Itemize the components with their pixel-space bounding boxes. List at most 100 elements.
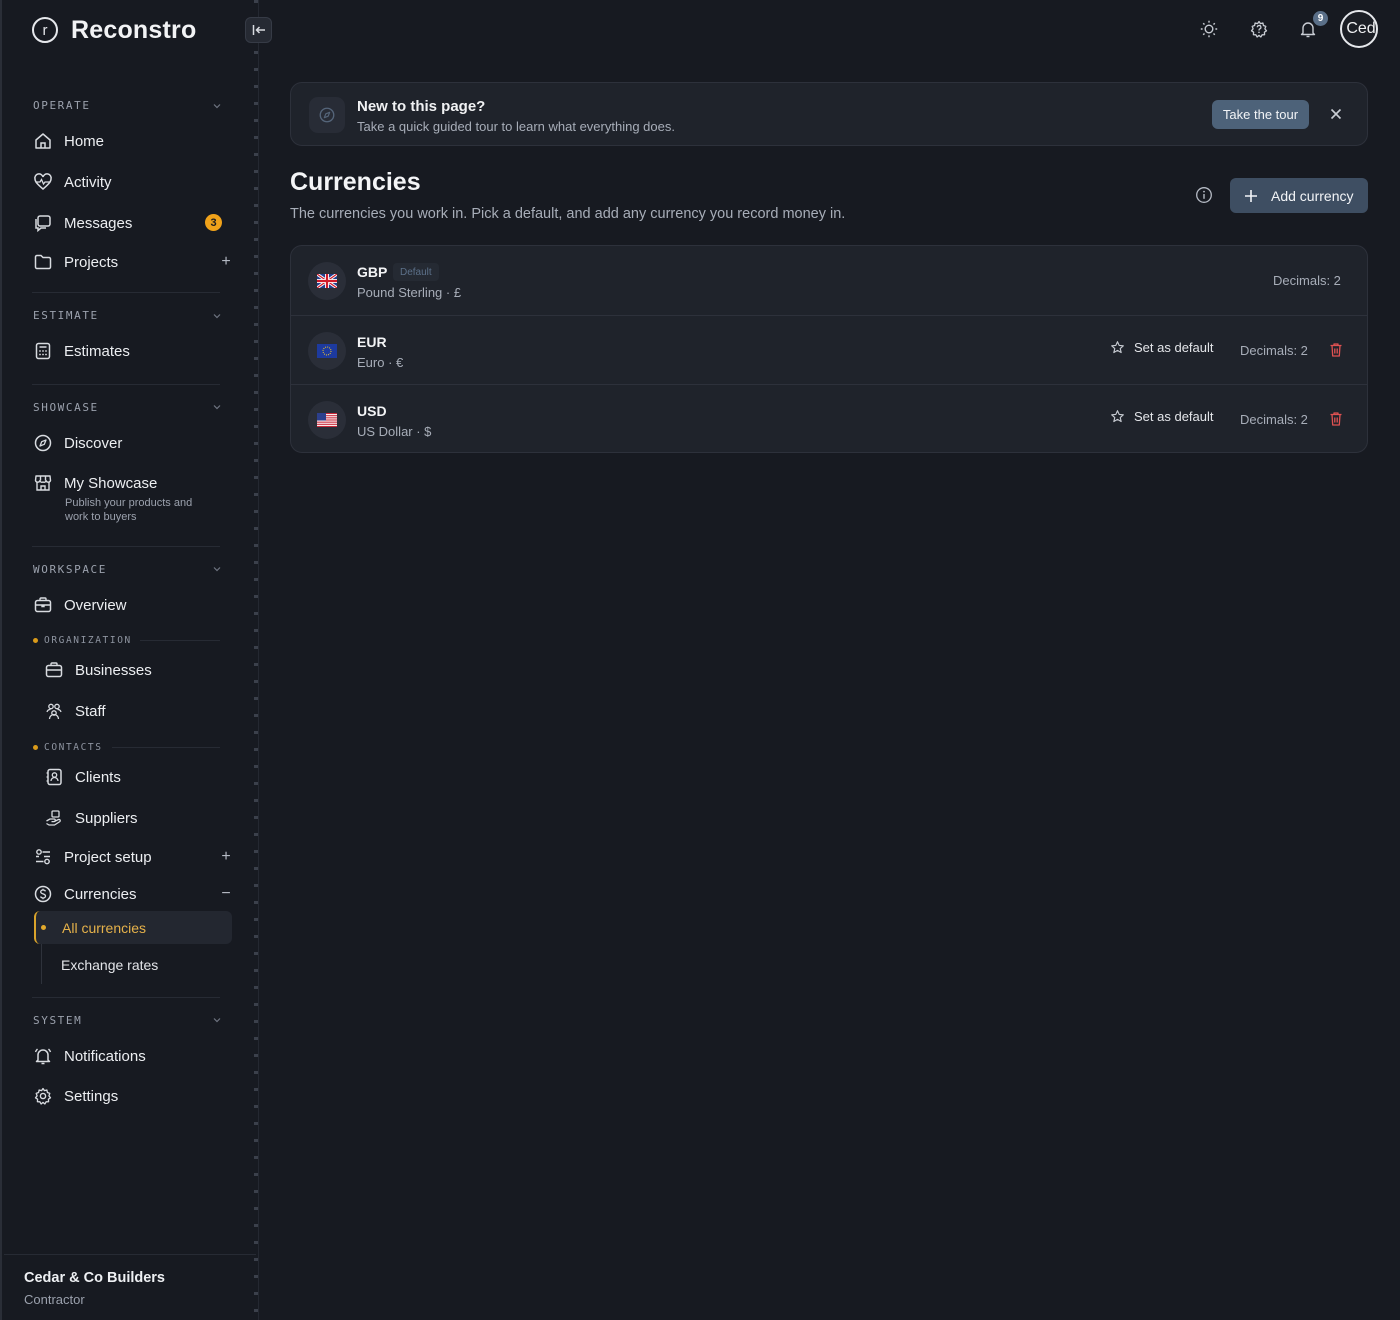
user-avatar[interactable]: Ced	[1340, 10, 1378, 48]
heart-pulse-icon	[34, 173, 52, 190]
sidebar-item-activity[interactable]: Activity	[33, 171, 112, 193]
trash-icon[interactable]	[1329, 411, 1343, 427]
brand[interactable]: r Reconstro	[32, 14, 196, 46]
currency-row-usd[interactable]: USD US Dollar · $ Set as default Decimal…	[291, 384, 1367, 452]
divider	[32, 292, 220, 293]
section-workspace[interactable]: WORKSPACE	[33, 563, 107, 576]
close-icon[interactable]	[1328, 106, 1344, 122]
add-currency-button[interactable]: Add currency	[1230, 178, 1368, 213]
help-icon[interactable]	[1249, 19, 1269, 39]
briefcase-icon	[45, 662, 63, 678]
sidebar-item-settings[interactable]: Settings	[33, 1085, 118, 1107]
contact-card-icon	[46, 768, 62, 786]
currency-row-gbp[interactable]: GBP Default Pound Sterling · £ Decimals:…	[291, 246, 1367, 315]
group-contacts: CONTACTS	[33, 742, 103, 753]
section-estimate[interactable]: ESTIMATE	[33, 309, 99, 322]
set-default-button[interactable]: Set as default	[1110, 340, 1214, 355]
uk-flag-icon	[317, 274, 337, 288]
sidebar-item-projects[interactable]: Projects	[33, 251, 118, 273]
sidebar-item-businesses[interactable]: Businesses	[44, 659, 152, 681]
sidebar-item-label: Discover	[64, 434, 123, 452]
group-dot	[33, 638, 38, 643]
sidebar-item-staff[interactable]: Staff	[44, 700, 106, 722]
info-icon[interactable]	[1195, 186, 1213, 204]
currency-code: GBP	[357, 264, 388, 280]
expand-project-setup-button[interactable]: +	[219, 848, 233, 865]
currency-code: USD	[357, 403, 387, 419]
currency-name: Euro · €	[357, 355, 404, 370]
sidebar-item-label: Businesses	[75, 661, 152, 679]
bell-ring-icon	[34, 1048, 52, 1065]
sun-icon[interactable]	[1199, 19, 1219, 39]
section-showcase[interactable]: SHOWCASE	[33, 401, 99, 414]
collapse-sidebar-button[interactable]	[245, 17, 272, 43]
brand-logo-icon: r	[32, 17, 58, 43]
sidebar-item-home[interactable]: Home	[33, 130, 104, 152]
gear-icon	[34, 1087, 52, 1105]
set-default-label: Set as default	[1134, 409, 1214, 424]
flag-wrap	[308, 401, 346, 439]
group-label: CONTACTS	[44, 742, 103, 753]
add-project-button[interactable]: +	[219, 253, 233, 270]
currency-list: GBP Default Pound Sterling · £ Decimals:…	[290, 245, 1368, 453]
section-system[interactable]: SYSTEM	[33, 1014, 82, 1027]
collapse-currencies-button[interactable]: −	[219, 885, 233, 902]
sidebar-item-overview[interactable]: Overview	[33, 594, 127, 616]
page-title: Currencies	[290, 168, 421, 196]
chevron-down-icon[interactable]	[212, 311, 222, 321]
group-divider	[112, 747, 220, 748]
folder-icon	[34, 254, 52, 270]
chevron-down-icon[interactable]	[212, 1015, 222, 1025]
sidebar-item-label: Currencies	[64, 885, 137, 903]
workspace-switcher[interactable]: Cedar & Co Builders Contractor	[4, 1254, 256, 1320]
sidebar-item-project-setup[interactable]: Project setup	[33, 846, 152, 868]
messages-icon	[35, 215, 51, 233]
sidebar-item-label: Activity	[64, 173, 112, 191]
sidebar-item-label: Clients	[75, 768, 121, 786]
eu-flag-icon	[317, 344, 337, 358]
sidebar-subitem-all-currencies[interactable]: All currencies	[34, 911, 232, 944]
compass-icon	[34, 434, 52, 452]
chevron-down-icon[interactable]	[212, 101, 222, 111]
currency-code: EUR	[357, 334, 387, 350]
sidebar-item-estimates[interactable]: Estimates	[33, 340, 130, 362]
compass-icon	[319, 107, 335, 123]
sidebar-item-discover[interactable]: Discover	[33, 432, 122, 454]
sidebar-item-my-showcase[interactable]: My Showcase	[33, 472, 157, 494]
sidebar-item-notifications[interactable]: Notifications	[33, 1045, 146, 1067]
flag-wrap	[308, 262, 346, 300]
section-operate[interactable]: OPERATE	[33, 99, 91, 112]
settings-sliders-icon	[36, 849, 50, 865]
add-currency-label: Add currency	[1271, 187, 1354, 204]
sidebar-item-label: Estimates	[64, 342, 130, 360]
my-showcase-description: Publish your products and work to buyers	[65, 497, 193, 523]
currency-name: US Dollar · $	[357, 424, 432, 439]
take-tour-button[interactable]: Take the tour	[1212, 100, 1309, 129]
currency-decimals: Decimals: 2	[1240, 343, 1308, 358]
currency-decimals: Decimals: 2	[1240, 412, 1308, 427]
avatar-initials: Ced	[1346, 20, 1376, 37]
set-default-button[interactable]: Set as default	[1110, 409, 1214, 424]
company-role: Contractor	[24, 1292, 85, 1307]
trash-icon[interactable]	[1329, 342, 1343, 358]
sidebar-item-suppliers[interactable]: Suppliers	[44, 807, 138, 829]
sidebar-item-currencies[interactable]: Currencies	[33, 883, 137, 905]
plus-icon	[1245, 189, 1257, 202]
currency-row-eur[interactable]: EUR Euro · € Set as default Decimals: 2	[291, 315, 1367, 384]
dollar-circle-icon	[34, 885, 52, 903]
sidebar-border	[258, 0, 259, 1320]
chevron-down-icon[interactable]	[212, 402, 222, 412]
sidebar-subitem-exchange-rates[interactable]: Exchange rates	[61, 957, 158, 973]
tour-banner: New to this page? Take a quick guided to…	[290, 82, 1368, 146]
us-flag-icon	[317, 413, 337, 427]
notification-count-badge: 9	[1313, 11, 1328, 26]
sidebar-item-label: Home	[64, 132, 105, 150]
sidebar: r Reconstro OPERATE Home Activity Messag…	[0, 0, 258, 1320]
chevron-down-icon[interactable]	[212, 564, 222, 574]
sidebar-item-clients[interactable]: Clients	[44, 766, 121, 788]
divider	[32, 997, 220, 998]
sidebar-item-label: Messages	[64, 214, 133, 232]
sidebar-item-label: Projects	[64, 253, 119, 271]
sidebar-item-messages[interactable]: Messages	[33, 212, 132, 234]
group-organization: ORGANIZATION	[33, 635, 132, 646]
